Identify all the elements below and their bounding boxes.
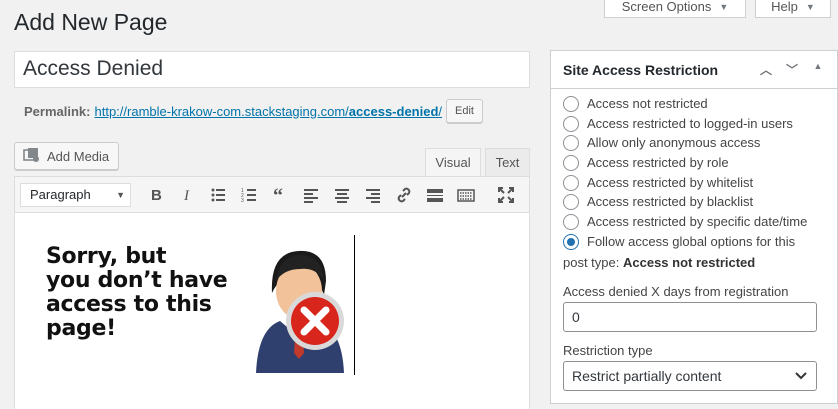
option-label: Allow only anonymous access <box>587 135 761 151</box>
panel-header[interactable]: Site Access Restriction ︿ ﹀ ▲ <box>551 51 837 89</box>
image-caption-text: Sorry, but you don’t have access to this… <box>46 244 228 341</box>
blockquote-icon[interactable]: “ <box>264 181 295 209</box>
permalink-label: Permalink: <box>24 103 91 119</box>
align-center-icon[interactable] <box>326 181 357 209</box>
text-cursor <box>354 235 355 375</box>
option-label: Access not restricted <box>587 96 708 111</box>
option-role[interactable]: Access restricted by role <box>563 154 837 174</box>
move-down-icon[interactable]: ﹀ <box>781 61 803 78</box>
permalink-row: Permalink: http://ramble-krakow-com.stac… <box>24 99 483 123</box>
help-label: Help <box>771 0 798 14</box>
toolbar-toggle-icon[interactable] <box>450 181 481 209</box>
option-global[interactable]: Follow access global options for this <box>563 233 837 253</box>
bold-icon[interactable]: B <box>140 181 171 209</box>
permalink-trailing: / <box>438 103 443 119</box>
editor-toolbar: Paragraph ▼ B I 123 “ <box>15 177 529 213</box>
italic-icon[interactable]: I <box>171 181 202 209</box>
screen-options-tab[interactable]: Screen Options ▼ <box>604 0 746 18</box>
restriction-type-select[interactable]: Restrict partially content <box>563 360 817 391</box>
option-label: Access restricted by blacklist <box>587 194 754 210</box>
option-label: Access restricted to logged-in users <box>587 115 793 131</box>
option-anonymous[interactable]: Allow only anonymous access <box>563 134 837 154</box>
continuation-prefix: post type: <box>563 254 620 270</box>
radio-button[interactable] <box>563 174 579 191</box>
option-logged-in[interactable]: Access restricted to logged-in users <box>563 115 837 135</box>
permalink-base: http://ramble-krakow-com.stackstaging.co… <box>94 103 349 119</box>
tab-visual[interactable]: Visual <box>425 148 481 176</box>
move-up-icon[interactable]: ︿ <box>755 61 777 78</box>
days-input[interactable]: 0 <box>563 301 817 332</box>
site-access-restriction-panel: Site Access Restriction ︿ ﹀ ▲ Access not… <box>550 50 838 404</box>
radio-button[interactable] <box>563 96 579 112</box>
svg-text:“: “ <box>273 186 283 204</box>
radio-button-checked[interactable] <box>563 233 579 250</box>
page-title: Add New Page <box>14 9 168 35</box>
radio-button[interactable] <box>563 135 579 152</box>
chevron-down-icon <box>794 368 808 384</box>
restriction-type-value: Restrict partially content <box>572 367 722 384</box>
add-media-button[interactable]: Add Media <box>14 142 119 170</box>
panel-controls: ︿ ﹀ ▲ <box>755 61 829 78</box>
option-label: Access restricted by specific date/time <box>587 214 808 230</box>
fullscreen-icon[interactable] <box>490 181 521 209</box>
permalink-slug: access-denied <box>348 103 439 119</box>
option-whitelist[interactable]: Access restricted by whitelist <box>563 174 837 194</box>
panel-title: Site Access Restriction <box>563 61 719 78</box>
radio-button[interactable] <box>563 194 579 211</box>
align-left-icon[interactable] <box>295 181 326 209</box>
option-access-not-restricted[interactable]: Access not restricted <box>563 95 837 115</box>
chevron-down-icon: ▼ <box>116 189 125 200</box>
link-icon[interactable] <box>388 181 419 209</box>
format-select-value: Paragraph <box>30 187 91 202</box>
option-global-continuation: post type: Access not restricted <box>563 253 837 273</box>
image-text-line: Sorry, but <box>46 244 167 269</box>
media-icon <box>23 147 41 166</box>
screen-options-label: Screen Options <box>621 0 712 14</box>
option-label: Access restricted by role <box>587 155 729 171</box>
image-text-line: page! <box>46 316 116 341</box>
caret-down-icon: ▼ <box>805 1 815 12</box>
format-select[interactable]: Paragraph ▼ <box>20 182 131 207</box>
bullet-list-icon[interactable] <box>202 181 233 209</box>
radio-button[interactable] <box>563 214 579 231</box>
option-blacklist[interactable]: Access restricted by blacklist <box>563 193 837 213</box>
svg-text:3: 3 <box>241 198 244 204</box>
image-text-line: access to this <box>46 292 212 317</box>
continuation-value: Access not restricted <box>623 254 756 270</box>
days-label: Access denied X days from registration <box>563 283 789 299</box>
tab-text[interactable]: Text <box>485 148 530 176</box>
svg-text:I: I <box>183 188 190 204</box>
help-tab[interactable]: Help ▼ <box>755 0 831 18</box>
radio-button[interactable] <box>563 115 579 132</box>
post-title-input[interactable]: Access Denied <box>14 51 530 88</box>
read-more-icon[interactable] <box>419 181 450 209</box>
image-text-line: you don’t have <box>46 268 228 293</box>
option-label: Access restricted by whitelist <box>587 174 754 190</box>
access-options: Access not restricted Access restricted … <box>551 89 837 273</box>
add-media-label: Add Media <box>47 148 110 164</box>
permalink-edit-button[interactable]: Edit <box>446 99 483 123</box>
radio-button[interactable] <box>563 155 579 172</box>
align-right-icon[interactable] <box>357 181 388 209</box>
restriction-type-label: Restriction type <box>563 342 653 358</box>
svg-text:B: B <box>151 187 162 204</box>
numbered-list-icon[interactable]: 123 <box>233 181 264 209</box>
option-date-time[interactable]: Access restricted by specific date/time <box>563 213 837 233</box>
permalink-link[interactable]: http://ramble-krakow-com.stackstaging.co… <box>94 104 442 119</box>
collapse-toggle-icon[interactable]: ▲ <box>807 61 829 78</box>
option-label: Follow access global options for this <box>587 233 796 249</box>
caret-down-icon: ▼ <box>719 1 729 12</box>
